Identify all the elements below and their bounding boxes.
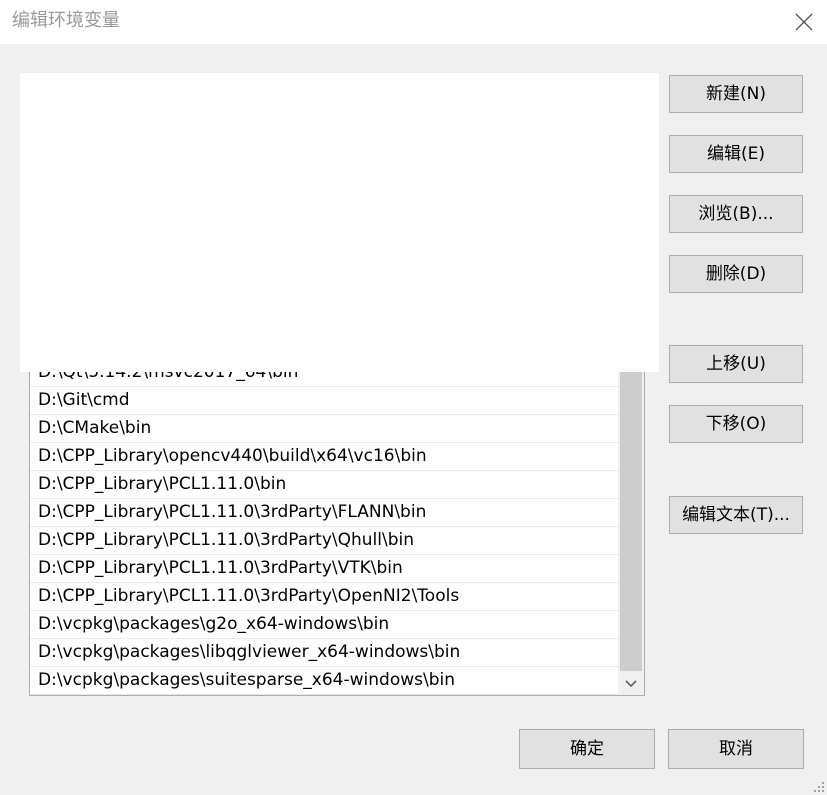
new-button[interactable]: 新建(N) xyxy=(669,75,803,113)
list-item[interactable]: D:\CMake\bin xyxy=(30,415,618,443)
list-item[interactable]: D:\CPP_Library\PCL1.11.0\3rdParty\FLANN\… xyxy=(30,499,618,527)
title-bar: 编辑环境变量 xyxy=(0,0,827,44)
list-item[interactable]: D:\CPP_Library\PCL1.11.0\3rdParty\OpenNI… xyxy=(30,583,618,611)
edit-environment-variable-dialog: 编辑环境变量 D:\Qt\5.14.2\msvc2017_64\bin D:\G… xyxy=(0,0,827,795)
edit-button[interactable]: 编辑(E) xyxy=(669,135,803,173)
scroll-down-button[interactable] xyxy=(618,673,644,695)
vertical-scrollbar[interactable] xyxy=(618,359,644,695)
edit-text-button[interactable]: 编辑文本(T)... xyxy=(669,496,803,534)
path-list[interactable]: D:\Qt\5.14.2\msvc2017_64\bin D:\Git\cmd … xyxy=(29,358,645,696)
list-item[interactable]: D:\CPP_Library\PCL1.11.0\3rdParty\Qhull\… xyxy=(30,527,618,555)
list-item[interactable]: D:\CPP_Library\PCL1.11.0\bin xyxy=(30,471,618,499)
list-item[interactable]: D:\Git\cmd xyxy=(30,387,618,415)
resize-grip-icon[interactable] xyxy=(813,781,825,793)
move-up-button[interactable]: 上移(U) xyxy=(669,345,803,383)
list-item[interactable]: D:\vcpkg\packages\libqglviewer_x64-windo… xyxy=(30,639,618,667)
close-icon xyxy=(795,13,813,31)
window-title: 编辑环境变量 xyxy=(12,10,120,31)
ok-button[interactable]: 确定 xyxy=(519,729,655,769)
cancel-button[interactable]: 取消 xyxy=(668,729,804,769)
list-item[interactable]: D:\CPP_Library\PCL1.11.0\3rdParty\VTK\bi… xyxy=(30,555,618,583)
list-item[interactable]: D:\vcpkg\packages\g2o_x64-windows\bin xyxy=(30,611,618,639)
blank-panel xyxy=(20,73,659,372)
close-button[interactable] xyxy=(781,0,827,44)
move-down-button[interactable]: 下移(O) xyxy=(669,405,803,443)
list-item[interactable]: D:\CPP_Library\opencv440\build\x64\vc16\… xyxy=(30,443,618,471)
delete-button[interactable]: 删除(D) xyxy=(669,255,803,293)
browse-button[interactable]: 浏览(B)... xyxy=(669,195,803,233)
chevron-down-icon xyxy=(625,680,637,688)
list-item[interactable]: D:\vcpkg\packages\suitesparse_x64-window… xyxy=(30,667,618,695)
scrollbar-thumb[interactable] xyxy=(620,359,642,671)
